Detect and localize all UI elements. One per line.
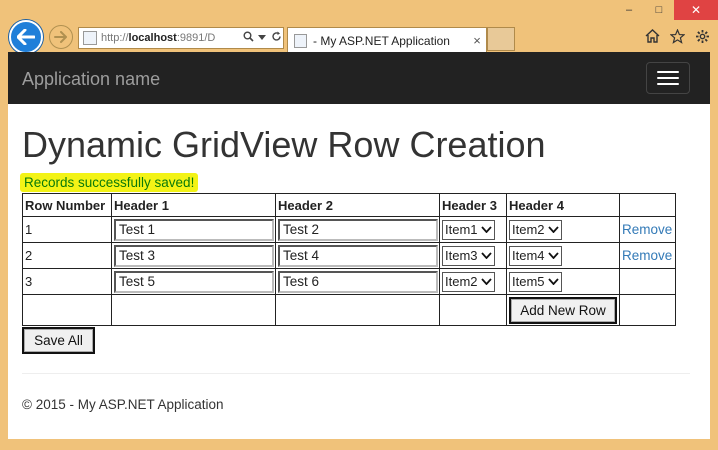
browser-chrome: – □ ✕ http://localhost:9891/D - My ASP.N… [0, 0, 718, 54]
home-icon[interactable] [644, 27, 660, 45]
close-window-button[interactable]: ✕ [674, 0, 718, 20]
header2-textbox[interactable]: Test 4 [278, 244, 438, 267]
remove-row-link[interactable]: Remove [620, 222, 672, 237]
footer-row: Add New Row [22, 294, 676, 326]
column-header-row-number: Row Number [22, 193, 112, 217]
url-text[interactable]: http://localhost:9891/D [101, 32, 241, 44]
row-number: 2 [22, 242, 112, 269]
hamburger-line-icon [657, 77, 679, 79]
chevron-down-icon [547, 278, 559, 285]
table-row: 2 Test 3 Test 4 Item3 Item4 Remove [22, 242, 676, 269]
header4-dropdown[interactable]: Item2 [509, 219, 562, 240]
maximize-button[interactable]: □ [644, 0, 674, 20]
navbar: Application name [8, 52, 710, 104]
save-all-button[interactable]: Save All [22, 327, 95, 354]
footer-text: © 2015 - My ASP.NET Application [22, 397, 224, 412]
tab-close-icon[interactable]: × [468, 33, 486, 48]
header3-dropdown[interactable]: Item1 [442, 219, 495, 240]
column-header-1: Header 1 [111, 193, 276, 217]
window-border-bottom [0, 439, 718, 450]
chevron-down-icon [547, 252, 559, 259]
header2-textbox[interactable]: Test 6 [278, 270, 438, 293]
dropdown-icon[interactable] [255, 32, 269, 44]
search-icon[interactable] [241, 31, 255, 45]
row-number: 3 [22, 268, 112, 295]
page-title: Dynamic GridView Row Creation [22, 124, 546, 165]
header-row: Row Number Header 1 Header 2 Header 3 He… [22, 193, 676, 217]
chevron-down-icon [480, 278, 492, 285]
browser-toolbar [644, 27, 710, 45]
status-message: Records successfully saved! [20, 173, 199, 192]
tab-title: - My ASP.NET Application [313, 33, 450, 48]
address-bar[interactable]: http://localhost:9891/D [78, 27, 284, 49]
header1-textbox[interactable]: Test 1 [114, 218, 274, 241]
header3-dropdown[interactable]: Item3 [442, 245, 495, 266]
header3-dropdown[interactable]: Item2 [442, 271, 495, 292]
brand-link[interactable]: Application name [22, 69, 160, 90]
header2-textbox[interactable]: Test 2 [278, 218, 438, 241]
hamburger-menu-button[interactable] [646, 62, 690, 94]
gridview-table: Row Number Header 1 Header 2 Header 3 He… [22, 193, 676, 326]
remove-row-link[interactable] [620, 274, 622, 289]
new-tab-button[interactable] [487, 27, 515, 51]
header4-dropdown[interactable]: Item5 [509, 271, 562, 292]
row-number: 1 [22, 216, 112, 243]
hamburger-line-icon [657, 71, 679, 73]
column-header-2: Header 2 [275, 193, 440, 217]
window-controls: – □ ✕ [614, 0, 718, 20]
chevron-down-icon [547, 226, 559, 233]
forward-arrow-icon [54, 31, 67, 43]
back-arrow-icon [17, 29, 35, 45]
minimize-button[interactable]: – [614, 0, 644, 20]
header4-dropdown[interactable]: Item4 [509, 245, 562, 266]
column-header-3: Header 3 [439, 193, 507, 217]
hamburger-line-icon [657, 83, 679, 85]
header1-textbox[interactable]: Test 5 [114, 270, 274, 293]
settings-gear-icon[interactable] [694, 27, 710, 45]
table-row: 3 Test 5 Test 6 Item2 Item5 [22, 268, 676, 295]
column-header-action [619, 193, 676, 217]
favorites-star-icon[interactable] [669, 27, 685, 45]
refresh-icon[interactable] [269, 31, 283, 45]
footer-divider [22, 373, 690, 374]
chevron-down-icon [480, 252, 492, 259]
table-row: 1 Test 1 Test 2 Item1 Item2 Remove [22, 216, 676, 243]
add-new-row-button[interactable]: Add New Row [509, 296, 617, 324]
tab-page-icon [294, 33, 307, 48]
browser-tab[interactable]: - My ASP.NET Application × [287, 27, 487, 53]
page-icon [83, 31, 97, 45]
forward-button[interactable] [49, 25, 73, 49]
remove-row-link[interactable]: Remove [620, 248, 672, 263]
window-border-right [710, 52, 718, 440]
back-button[interactable] [9, 20, 43, 54]
column-header-4: Header 4 [506, 193, 620, 217]
header1-textbox[interactable]: Test 3 [114, 244, 274, 267]
chevron-down-icon [480, 226, 492, 233]
window-border-left [0, 52, 8, 440]
